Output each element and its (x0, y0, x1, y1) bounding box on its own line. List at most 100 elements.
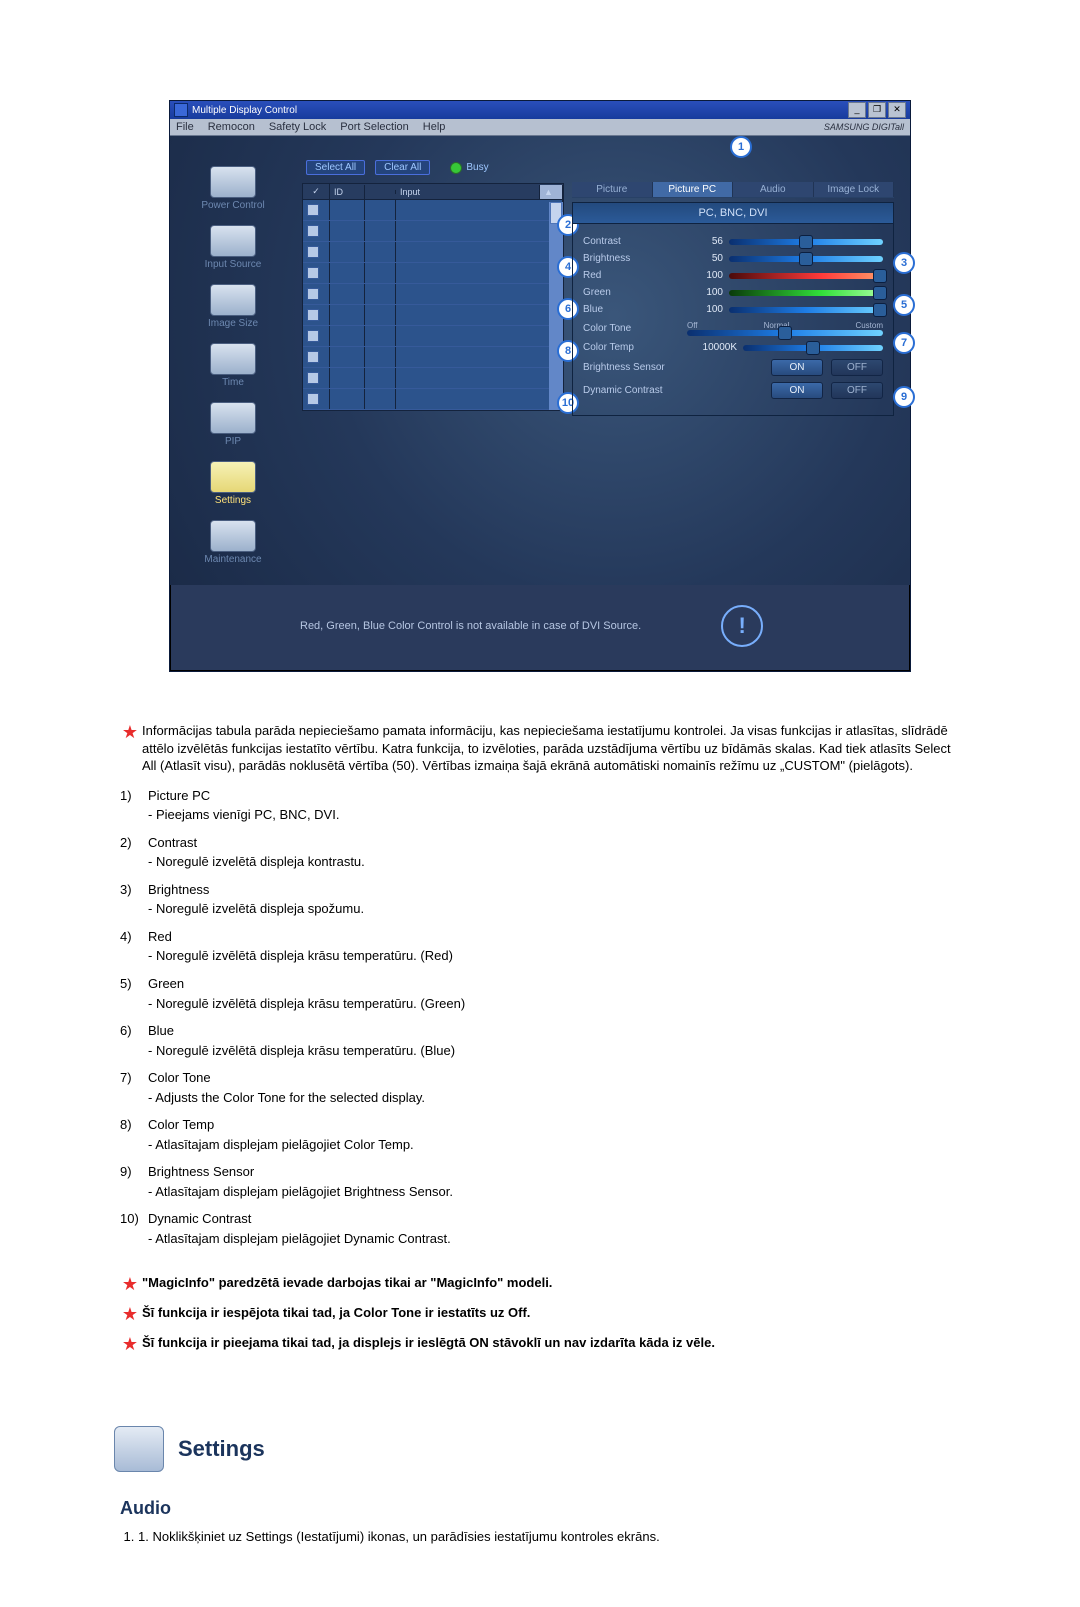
checkbox[interactable] (307, 246, 319, 258)
brightness-value: 50 (687, 253, 723, 264)
input-icon (210, 225, 256, 257)
settings-icon (210, 461, 256, 493)
table-row[interactable] (303, 368, 563, 389)
color-temp-slider[interactable] (743, 345, 883, 351)
step-text: Noklikšķiniet uz Settings (Iestatījumi) … (152, 1529, 659, 1544)
menu-help[interactable]: Help (423, 121, 446, 133)
busy-dot-icon (450, 162, 462, 174)
scrollbar-thumb[interactable] (550, 202, 562, 224)
note-line: ★"MagicInfo" paredzētā ievade darbojas t… (118, 1274, 960, 1296)
star-icon: ★ (118, 1302, 142, 1326)
blue-value: 100 (687, 304, 723, 315)
table-row[interactable] (303, 242, 563, 263)
checkbox[interactable] (307, 330, 319, 342)
table-row[interactable] (303, 284, 563, 305)
item-number: 5) (120, 975, 144, 993)
table-row[interactable] (303, 200, 563, 221)
checkbox[interactable] (307, 267, 319, 279)
item-sub: - Atlasītajam displejam pielāgojiet Brig… (148, 1183, 960, 1201)
sidebar-item-image-size[interactable]: Image Size (174, 284, 292, 329)
item-number: 9) (120, 1163, 144, 1181)
checkbox[interactable] (307, 393, 319, 405)
table-row[interactable] (303, 305, 563, 326)
checkbox[interactable] (307, 225, 319, 237)
brightness-sensor-off-button[interactable]: OFF (831, 359, 883, 376)
checkbox[interactable] (307, 309, 319, 321)
list-item: 9)Brightness Sensor- Atlasītajam displej… (120, 1163, 960, 1210)
brightness-slider[interactable] (729, 256, 883, 262)
contrast-slider[interactable] (729, 239, 883, 245)
item-sub: - Noregulē izvēlētā displeja krāsu tempe… (148, 995, 960, 1013)
red-slider[interactable] (729, 273, 883, 279)
col-status (365, 190, 396, 194)
dynamic-contrast-label: Dynamic Contrast (583, 385, 681, 396)
list-item: 1)Picture PC- Pieejams vienīgi PC, BNC, … (120, 787, 960, 834)
scroll-up-button[interactable]: ▲ (540, 185, 563, 199)
brightness-sensor-on-button[interactable]: ON (771, 359, 823, 376)
callout-9: 9 (893, 386, 915, 408)
callout-5: 5 (893, 294, 915, 316)
item-number: 7) (120, 1069, 144, 1087)
color-temp-value: 10000K (687, 342, 737, 353)
callout-7: 7 (893, 332, 915, 354)
checkbox[interactable] (307, 288, 319, 300)
sidebar-item-maintenance[interactable]: Maintenance (174, 520, 292, 565)
clear-all-button[interactable]: Clear All (375, 160, 430, 175)
list-item: 3)Brightness- Noregulē izvelētā displeja… (120, 881, 960, 928)
tab-picture[interactable]: Picture (572, 182, 653, 197)
checkbox[interactable] (307, 351, 319, 363)
star-icon: ★ (118, 1332, 142, 1356)
picture-pc-panel: 1 Picture Picture PC Audio Image Lock PC… (572, 136, 910, 575)
section-heading: Settings (114, 1426, 960, 1472)
image-size-icon (210, 284, 256, 316)
tab-picture-pc[interactable]: Picture PC (653, 182, 734, 197)
tab-image-lock[interactable]: Image Lock (814, 182, 895, 197)
menu-bar: File Remocon Safety Lock Port Selection … (170, 119, 910, 136)
sidebar-item-settings[interactable]: Settings (174, 461, 292, 506)
definition-list: 1)Picture PC- Pieejams vienīgi PC, BNC, … (120, 787, 960, 1258)
green-label: Green (583, 287, 681, 298)
sidebar-item-power[interactable]: Power Control (174, 166, 292, 211)
item-number: 4) (120, 928, 144, 946)
checkbox[interactable] (307, 372, 319, 384)
col-check[interactable]: ✓ (303, 184, 330, 199)
sidebar-item-pip[interactable]: PIP (174, 402, 292, 447)
table-row[interactable] (303, 221, 563, 242)
maximize-button[interactable]: ❐ (868, 102, 886, 118)
dynamic-contrast-off-button[interactable]: OFF (831, 382, 883, 399)
callout-1: 1 (730, 136, 752, 158)
brightness-label: Brightness (583, 253, 681, 264)
color-tone-slider[interactable] (687, 330, 883, 336)
item-title: Blue (148, 1022, 960, 1040)
brightness-sensor-label: Brightness Sensor (583, 362, 681, 373)
blue-slider[interactable] (729, 307, 883, 313)
item-sub: - Atlasītajam displejam pielāgojiet Colo… (148, 1136, 960, 1154)
item-title: Contrast (148, 834, 960, 852)
menu-file[interactable]: File (176, 121, 194, 133)
table-row[interactable] (303, 347, 563, 368)
red-label: Red (583, 270, 681, 281)
intro-note: ★ Informācijas tabula parāda nepieciešam… (118, 722, 960, 775)
item-sub: - Noregulē izvēlētā displeja krāsu tempe… (148, 1042, 960, 1060)
item-sub: - Pieejams vienīgi PC, BNC, DVI. (148, 806, 960, 824)
menu-safety-lock[interactable]: Safety Lock (269, 121, 326, 133)
tab-audio[interactable]: Audio (733, 182, 814, 197)
menu-remocon[interactable]: Remocon (208, 121, 255, 133)
green-slider[interactable] (729, 290, 883, 296)
dynamic-contrast-on-button[interactable]: ON (771, 382, 823, 399)
table-row[interactable] (303, 389, 563, 410)
checkbox[interactable] (307, 204, 319, 216)
minimize-button[interactable]: _ (848, 102, 866, 118)
table-row[interactable] (303, 326, 563, 347)
sidebar-item-input[interactable]: Input Source (174, 225, 292, 270)
star-icon: ★ (118, 1272, 142, 1296)
display-table: ✓ ID Input ▲ 2 4 6 8 (302, 183, 564, 411)
close-button[interactable]: ✕ (888, 102, 906, 118)
item-number: 3) (120, 881, 144, 899)
select-all-button[interactable]: Select All (306, 160, 365, 175)
sidebar-item-time[interactable]: Time (174, 343, 292, 388)
power-icon (210, 166, 256, 198)
settings-section-icon (114, 1426, 164, 1472)
menu-port-selection[interactable]: Port Selection (340, 121, 408, 133)
table-row[interactable] (303, 263, 563, 284)
